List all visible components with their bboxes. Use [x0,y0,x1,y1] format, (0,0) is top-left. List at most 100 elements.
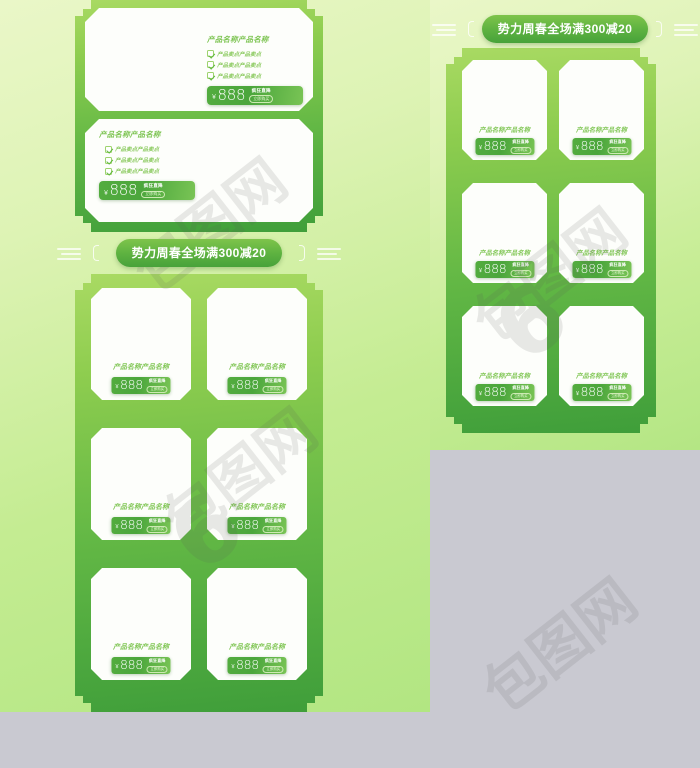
product-price-tag[interactable]: ￥ 888 疯狂直降立即购买 [111,657,170,674]
buy-now-button[interactable]: 立即购买 [141,191,165,199]
buy-now-button[interactable]: 立即购买 [263,386,284,393]
banner-pill: 势力周春全场满300减20 [115,239,283,267]
banner-decoration-left [432,20,474,38]
product-card[interactable]: 产品名称产品名称 ￥ 888 疯狂直降 立即购买 [462,60,547,160]
check-icon [207,50,214,57]
product-title: 产品名称产品名称 [113,644,169,651]
product-card[interactable]: 产品名称产品名称 ￥ 888 疯狂直降 立即购买 [559,183,644,283]
buy-now-button[interactable]: 立即购买 [607,147,628,154]
product-price-tag[interactable]: ￥ 888 疯狂直降立即购买 [227,377,286,394]
product-price-tag[interactable]: ￥ 888 疯狂直降 立即购买 [475,384,534,401]
product-card[interactable]: 产品名称产品名称 ￥ 888 疯狂直降立即购买 [207,568,307,680]
price-side-group: 疯狂直降 立即购买 [249,88,273,103]
currency-symbol: ￥ [230,384,236,391]
product-price-tag[interactable]: ￥ 888 疯狂直降立即购买 [111,517,170,534]
sellpoint-label: 产品卖点产品卖点 [115,169,160,175]
price-value: 888 [235,377,259,393]
price-value: 888 [235,517,259,533]
product-card[interactable]: 产品名称产品名称 ￥ 888 疯狂直降立即购买 [91,428,191,540]
hero-sellpoint-list: 产品卖点产品卖点 产品卖点产品卖点 产品卖点产品卖点 [105,145,239,175]
price-label: 疯狂直降 [148,518,166,524]
product-title: 产品名称产品名称 [575,127,628,134]
sellpoint-row: 产品卖点产品卖点 [105,167,239,175]
product-price-tag[interactable]: ￥ 888 疯狂直降立即购买 [227,657,286,674]
page-canvas: 产品名称产品名称 产品卖点产品卖点 产品卖点产品卖点 产品卖点产品卖点 ￥ 88… [0,0,700,768]
price-value: 888 [235,657,259,673]
check-icon [207,61,214,68]
currency-symbol: ￥ [477,391,483,398]
currency-symbol: ￥ [477,145,483,152]
sellpoint-row: 产品卖点产品卖点 [207,61,303,69]
product-title: 产品名称产品名称 [229,364,285,371]
product-title: 产品名称产品名称 [229,644,285,651]
sellpoint-row: 产品卖点产品卖点 [105,145,239,153]
price-amount-group: ￥ 888 [103,183,137,198]
price-value: 888 [483,138,507,154]
currency-symbol: ￥ [574,145,580,152]
buy-now-button[interactable]: 立即购买 [147,386,168,393]
currency-symbol: ￥ [230,664,236,671]
product-card[interactable]: 产品名称产品名称 ￥ 888 疯狂直降 立即购买 [462,183,547,283]
hero-product-card[interactable]: 产品名称产品名称 产品卖点产品卖点 产品卖点产品卖点 产品卖点产品卖点 ￥ 88… [85,119,313,222]
price-label: 疯狂直降 [148,658,166,664]
buy-now-button[interactable]: 立即购买 [510,270,531,277]
product-card[interactable]: 产品名称产品名称 ￥ 888 疯狂直降 立即购买 [462,306,547,406]
price-label: 疯狂直降 [512,385,530,391]
price-value: 888 [217,85,246,104]
buy-now-button[interactable]: 立即购买 [249,95,273,103]
banner-title: 势力周春全场满300减20 [131,246,267,260]
product-card[interactable]: 产品名称产品名称 ￥ 888 疯狂直降 立即购买 [207,428,307,540]
price-label: 疯狂直降 [512,262,530,268]
product-card[interactable]: 产品名称产品名称 ￥ 888 疯狂直降 立即购买 [91,288,191,400]
product-title: 产品名称产品名称 [575,250,628,257]
price-label: 疯狂直降 [251,87,271,93]
buy-now-button[interactable]: 立即购买 [607,393,628,400]
currency-symbol: ￥ [477,268,483,275]
product-price-tag[interactable]: ￥ 888 疯狂直降 立即购买 [572,138,631,155]
currency-symbol: ￥ [114,664,120,671]
price-value: 888 [119,517,143,533]
currency-symbol: ￥ [114,524,120,531]
price-value: 888 [580,261,604,277]
price-tag[interactable]: ￥ 888 疯狂直降 立即购买 [207,86,303,105]
buy-now-button[interactable]: 立即购买 [147,526,168,533]
product-title: 产品名称产品名称 [229,504,285,511]
buy-now-button[interactable]: 立即购买 [607,270,628,277]
product-card[interactable]: 产品名称产品名称 ￥ 888 疯狂直降 立即购买 [559,306,644,406]
buy-now-button[interactable]: 立即购买 [147,666,168,673]
product-price-tag[interactable]: ￥ 888 疯狂直降 立即购买 [572,384,631,401]
sellpoint-label: 产品卖点产品卖点 [115,147,160,153]
price-label: 疯狂直降 [264,658,282,664]
check-icon [105,157,112,164]
price-amount-group: ￥ 888 [211,88,245,103]
product-card[interactable]: 产品名称产品名称 ￥ 888 疯狂直降 立即购买 [559,60,644,160]
buy-now-button[interactable]: 立即购买 [263,526,284,533]
product-price-tag[interactable]: ￥ 888 疯狂直降 立即购买 [572,261,631,278]
price-value: 888 [483,261,507,277]
buy-now-button[interactable]: 立即购买 [510,147,531,154]
banner-decoration-right [299,244,341,262]
buy-now-button[interactable]: 立即购买 [510,393,531,400]
buy-now-button[interactable]: 立即购买 [263,666,284,673]
product-card[interactable]: 产品名称产品名称 ￥ 888 疯狂直降立即购买 [207,288,307,400]
sellpoint-row: 产品卖点产品卖点 [207,72,303,80]
product-card[interactable]: 产品名称产品名称 ￥ 888 疯狂直降立即购买 [91,568,191,680]
banner-title: 势力周春全场满300减20 [497,22,633,36]
product-price-tag[interactable]: ￥ 888 疯狂直降 立即购买 [475,138,534,155]
product-price-tag[interactable]: ￥ 888 疯狂直降 立即购买 [111,377,170,394]
currency-symbol: ￥ [574,268,580,275]
price-label: 疯狂直降 [143,183,163,188]
banner-decoration-right [656,20,698,38]
price-tag[interactable]: ￥ 888 疯狂直降 立即购买 [99,181,195,200]
banner-pill: 势力周春全场满300减20 [481,15,649,43]
hero-product-card[interactable]: 产品名称产品名称 产品卖点产品卖点 产品卖点产品卖点 产品卖点产品卖点 ￥ 88… [85,8,313,111]
price-label: 疯狂直降 [264,518,282,524]
product-title: 产品名称产品名称 [575,373,628,380]
price-value: 888 [119,657,143,673]
product-title: 产品名称产品名称 [113,504,169,511]
hero-product-title: 产品名称产品名称 [207,34,269,44]
price-label: 疯狂直降 [264,378,282,384]
price-label: 疯狂直降 [609,139,627,145]
product-price-tag[interactable]: ￥ 888 疯狂直降立即购买 [475,261,534,278]
product-price-tag[interactable]: ￥ 888 疯狂直降 立即购买 [227,517,286,534]
